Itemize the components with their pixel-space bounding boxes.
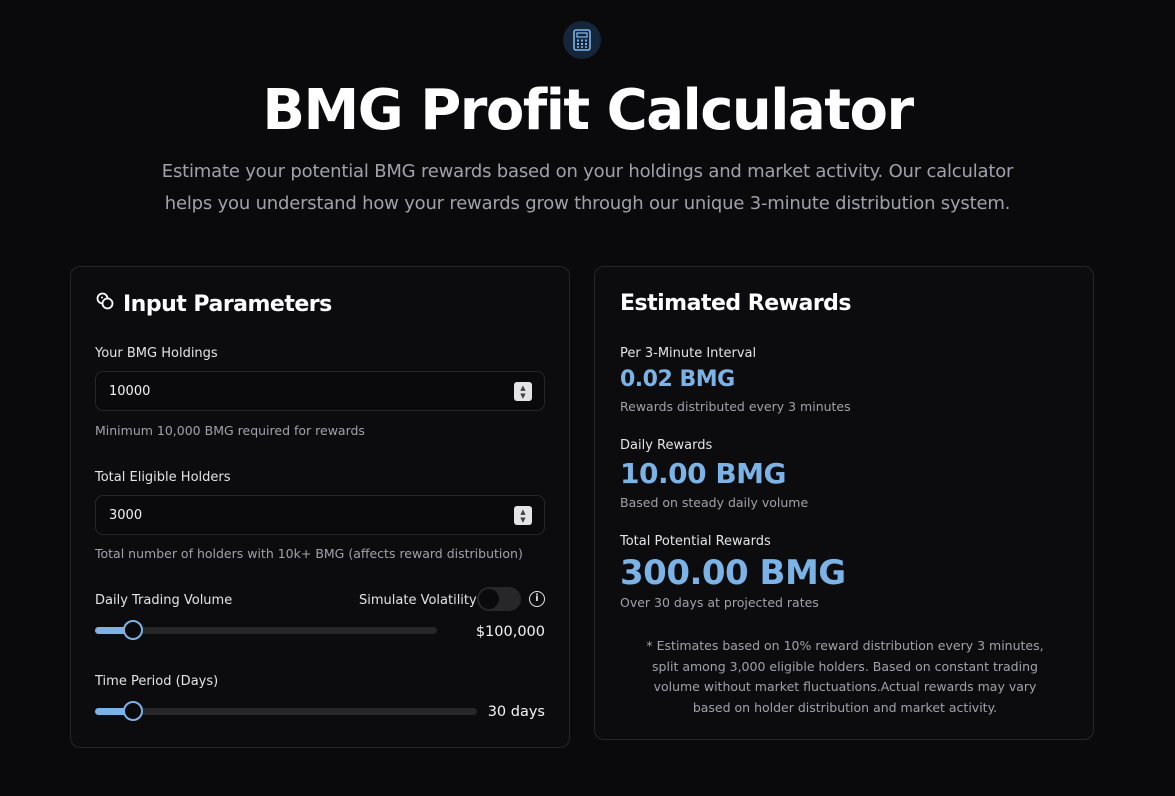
holders-value: 3000 — [109, 507, 143, 523]
period-slider[interactable] — [95, 701, 477, 721]
volatility-label: Simulate Volatility — [359, 593, 477, 608]
holders-label: Total Eligible Holders — [95, 470, 231, 485]
volatility-toggle[interactable] — [477, 587, 521, 611]
chevron-up-icon[interactable]: ▲ — [520, 384, 525, 392]
interval-sub: Rewards distributed every 3 minutes — [620, 399, 851, 414]
chevron-up-icon[interactable]: ▲ — [520, 508, 525, 516]
volume-label: Daily Trading Volume — [95, 593, 233, 608]
holders-stepper[interactable]: ▲ ▼ — [514, 506, 532, 525]
daily-label: Daily Rewards — [620, 438, 713, 453]
total-value: 300.00 BMG — [620, 553, 846, 593]
holders-input[interactable]: 3000 ▲ ▼ — [95, 495, 545, 535]
holdings-input[interactable]: 10000 ▲ ▼ — [95, 371, 545, 411]
estimated-rewards-card: Estimated Rewards Per 3-Minute Interval … — [594, 266, 1094, 740]
chevron-down-icon[interactable]: ▼ — [520, 392, 525, 400]
interval-value: 0.02 BMG — [620, 367, 735, 392]
volume-slider[interactable] — [95, 620, 437, 640]
coins-icon — [95, 291, 115, 317]
holdings-stepper[interactable]: ▲ ▼ — [514, 382, 532, 401]
holdings-hint: Minimum 10,000 BMG required for rewards — [95, 423, 365, 438]
interval-label: Per 3-Minute Interval — [620, 346, 757, 361]
page-title: BMG Profit Calculator — [262, 78, 914, 143]
estimated-rewards-title: Estimated Rewards — [620, 291, 852, 316]
toggle-knob — [479, 589, 499, 609]
total-label: Total Potential Rewards — [620, 534, 771, 549]
input-parameters-title: Input Parameters — [123, 291, 332, 317]
page-subtitle: Estimate your potential BMG rewards base… — [161, 161, 1014, 214]
period-label: Time Period (Days) — [95, 674, 219, 689]
daily-value: 10.00 BMG — [620, 457, 787, 490]
volume-slider-handle[interactable] — [123, 620, 143, 640]
input-parameters-card: Input Parameters Your BMG Holdings 10000… — [70, 266, 570, 748]
input-parameters-heading: Input Parameters — [95, 291, 332, 317]
period-value: 30 days — [487, 704, 545, 720]
info-icon[interactable]: i — [529, 591, 545, 607]
disclaimer-note: * Estimates based on 10% reward distribu… — [646, 638, 1044, 715]
calculator-icon — [563, 21, 601, 59]
chevron-down-icon[interactable]: ▼ — [520, 516, 525, 524]
volume-value: $100,000 — [475, 624, 545, 640]
period-slider-handle[interactable] — [123, 701, 143, 721]
holdings-label: Your BMG Holdings — [95, 346, 218, 361]
holders-hint: Total number of holders with 10k+ BMG (a… — [95, 546, 523, 561]
daily-sub: Based on steady daily volume — [620, 495, 809, 510]
holdings-value: 10000 — [109, 383, 151, 399]
total-sub: Over 30 days at projected rates — [620, 595, 819, 610]
